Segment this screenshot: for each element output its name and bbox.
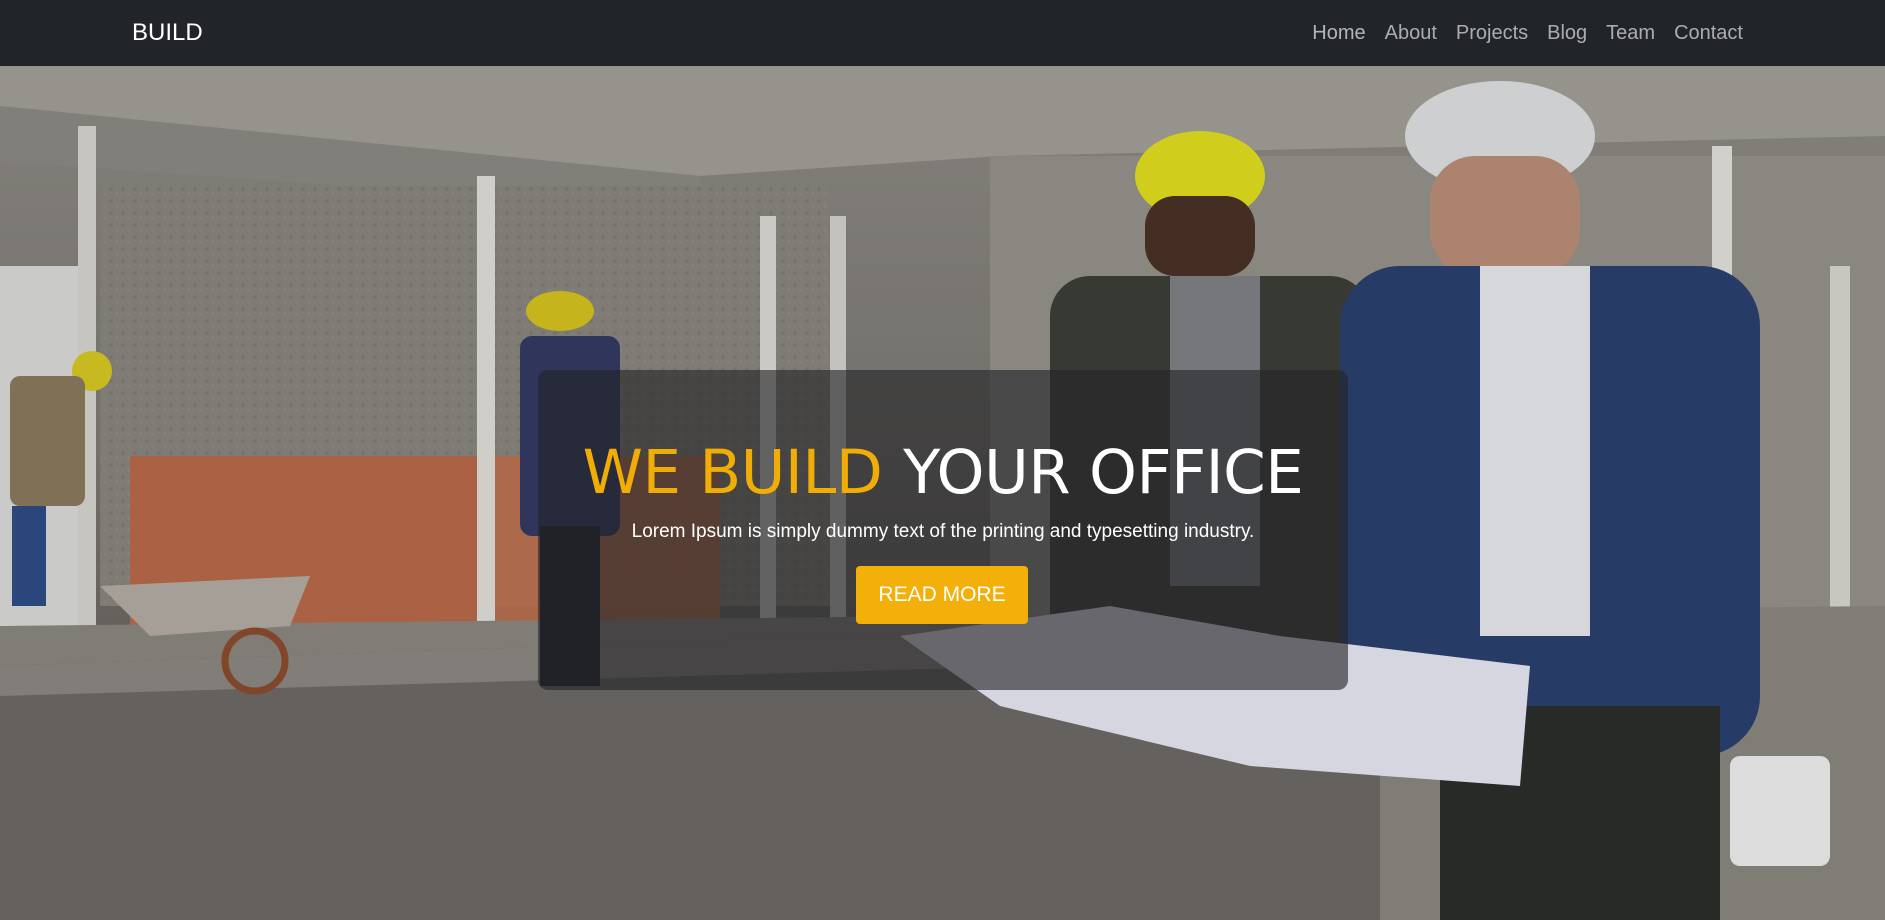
nav-link-contact[interactable]: Contact [1674,20,1743,46]
hero-caption-box: WE BUILD YOUR OFFICE Lorem Ipsum is simp… [538,370,1348,690]
hero-subtitle: Lorem Ipsum is simply dummy text of the … [631,521,1255,542]
nav-link-projects[interactable]: Projects [1456,20,1528,46]
headline-rest: YOUR OFFICE [903,437,1304,508]
headline-accent: WE BUILD [582,437,883,508]
read-more-button[interactable]: READ MORE [856,566,1028,624]
hero-section: WE BUILD YOUR OFFICE Lorem Ipsum is simp… [0,66,1885,920]
nav-link-blog[interactable]: Blog [1547,20,1587,46]
nav-link-team[interactable]: Team [1606,20,1655,46]
nav-links: Home About Projects Blog Team Contact [1312,20,1743,46]
top-navbar: BUILD Home About Projects Blog Team Cont… [0,0,1885,66]
nav-link-home[interactable]: Home [1312,20,1365,46]
nav-link-about[interactable]: About [1385,20,1437,46]
brand-logo[interactable]: BUILD [132,19,203,47]
hero-headline: WE BUILD YOUR OFFICE [538,440,1348,506]
